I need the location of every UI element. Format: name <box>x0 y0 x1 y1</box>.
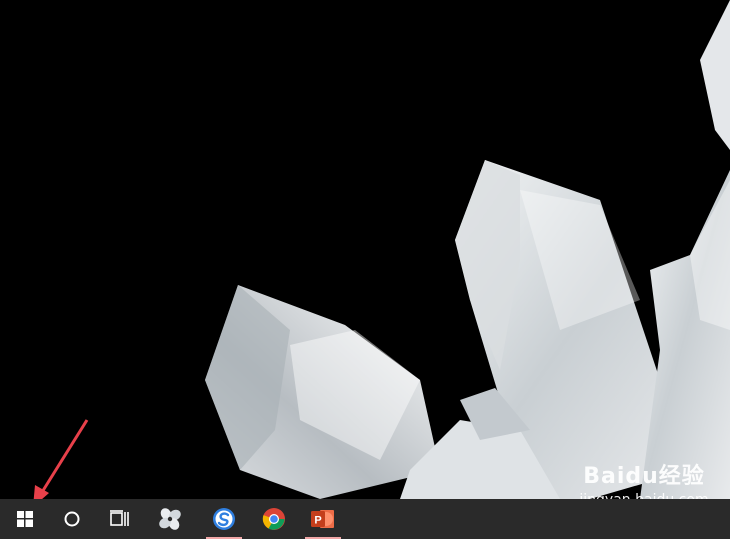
cortana-search-icon <box>64 511 80 527</box>
powerpoint-icon: P <box>311 510 334 528</box>
sogou-browser-icon <box>213 508 235 530</box>
watermark-brand: Baidu经验 <box>583 464 705 489</box>
windows-start-icon <box>17 511 33 527</box>
taskbar-app-pinwheel[interactable] <box>150 499 190 539</box>
taskbar-app-chrome[interactable] <box>254 499 294 539</box>
pinwheel-app-icon <box>159 508 181 530</box>
cortana-search-button[interactable] <box>52 499 92 539</box>
task-view-icon <box>110 510 129 526</box>
start-button[interactable] <box>5 499 45 539</box>
annotation-arrow <box>33 419 89 507</box>
crystal-wallpaper <box>205 0 730 499</box>
task-view-button[interactable] <box>100 499 140 539</box>
taskbar-app-powerpoint[interactable]: P <box>303 499 343 539</box>
desktop: Baidu经验 jingyan.baidu.com <box>0 0 730 508</box>
taskbar-app-sogou[interactable] <box>204 499 244 539</box>
chrome-icon <box>262 508 285 530</box>
powerpoint-glyph: P <box>314 515 321 527</box>
taskbar: P <box>0 499 730 539</box>
